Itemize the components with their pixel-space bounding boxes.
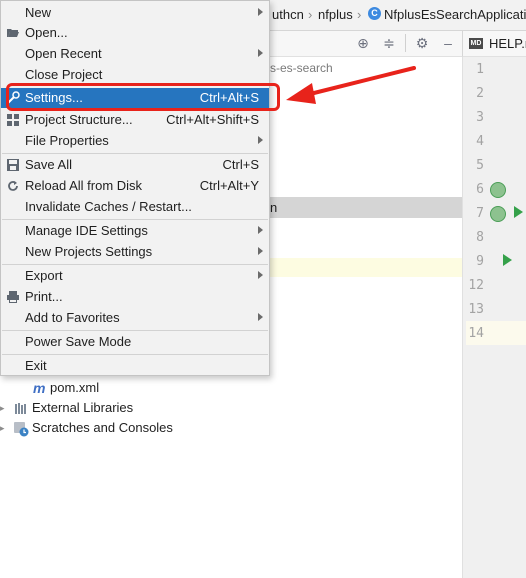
- submenu-arrow-icon: [258, 313, 263, 321]
- editor-tab-label: HELP.r: [489, 36, 526, 51]
- maven-icon: m: [33, 380, 46, 396]
- breadcrumb-separator: ›: [357, 7, 362, 22]
- menu-item-exit[interactable]: Exit: [1, 356, 269, 376]
- line-number: 13: [468, 302, 484, 317]
- menu-item-label: Export: [25, 268, 63, 283]
- expand-arrow-icon[interactable]: ▸: [0, 423, 5, 434]
- menu-item-label: Save All: [25, 157, 72, 172]
- menu-item-label: Invalidate Caches / Restart...: [25, 199, 192, 214]
- breadcrumb-item[interactable]: uthcn: [272, 7, 304, 22]
- print-icon: [6, 290, 20, 304]
- tree-selected-row-label: n: [270, 200, 278, 215]
- menu-item-new[interactable]: New: [1, 3, 269, 23]
- menu-item-open-recent[interactable]: Open Recent: [1, 44, 269, 64]
- spring-bean-icon[interactable]: [490, 182, 506, 198]
- line-number: 14: [468, 326, 484, 341]
- line-number: 3: [476, 110, 484, 125]
- menu-item-shortcut: Ctrl+Alt+Shift+S: [166, 112, 259, 127]
- menu-separator: [2, 330, 268, 331]
- submenu-arrow-icon: [258, 49, 263, 57]
- run-gutter-icon[interactable]: [514, 206, 523, 218]
- project-structure-icon: [6, 113, 20, 127]
- line-number: 9: [476, 254, 484, 269]
- menu-item-label: New Projects Settings: [25, 244, 153, 259]
- line-number: 5: [476, 158, 484, 173]
- menu-item-label: Open Recent: [25, 46, 102, 61]
- line-number: 2: [476, 86, 484, 101]
- line-number: 8: [476, 230, 484, 245]
- line-number: 6: [476, 182, 484, 197]
- menu-item-label: Close Project: [25, 67, 103, 82]
- menu-item-project-structure[interactable]: Project Structure... Ctrl+Alt+Shift+S: [1, 110, 269, 130]
- menu-item-label: File Properties: [25, 133, 109, 148]
- menu-item-reload-all[interactable]: Reload All from Disk Ctrl+Alt+Y: [1, 176, 269, 196]
- line-number: 12: [468, 278, 484, 293]
- menu-item-invalidate-caches[interactable]: Invalidate Caches / Restart...: [1, 197, 269, 217]
- menu-item-add-to-favorites[interactable]: Add to Favorites: [1, 308, 269, 328]
- markdown-icon: MD: [469, 38, 483, 49]
- tree-selected-row[interactable]: [270, 197, 462, 218]
- folder-open-icon: [6, 26, 20, 40]
- menu-item-export[interactable]: Export: [1, 266, 269, 286]
- line-number: 4: [476, 134, 484, 149]
- menu-item-label: Power Save Mode: [25, 334, 132, 349]
- menu-item-label: Print...: [25, 289, 63, 304]
- reload-icon: [6, 179, 20, 193]
- submenu-arrow-icon: [258, 247, 263, 255]
- menu-item-label: Add to Favorites: [25, 310, 120, 325]
- submenu-arrow-icon: [258, 8, 263, 16]
- line-number: 7: [476, 206, 484, 221]
- menu-item-label: New: [25, 5, 52, 20]
- menu-item-label: Reload All from Disk: [25, 178, 143, 193]
- menu-item-label: Manage IDE Settings: [25, 223, 148, 238]
- file-menu-popup: New Open... Open Recent Close Project Se…: [0, 0, 270, 376]
- collapse-all-icon[interactable]: ≑: [381, 35, 397, 51]
- scratches-icon: [13, 421, 29, 437]
- menu-item-open[interactable]: Open...: [1, 23, 269, 43]
- menu-separator: [2, 264, 268, 265]
- expand-arrow-icon[interactable]: ▸: [0, 403, 5, 414]
- menu-separator: [2, 219, 268, 220]
- submenu-arrow-icon: [258, 271, 263, 279]
- library-icon: [14, 402, 28, 415]
- menu-item-close-project[interactable]: Close Project: [1, 65, 269, 85]
- annotation-arrow-icon: [286, 66, 416, 104]
- tree-highlight-row: [270, 258, 462, 277]
- save-icon: [6, 158, 20, 172]
- submenu-arrow-icon: [258, 226, 263, 234]
- menu-item-save-all[interactable]: Save All Ctrl+S: [1, 155, 269, 175]
- menu-item-shortcut: Ctrl+S: [222, 157, 259, 172]
- line-number: 1: [476, 62, 484, 77]
- menu-separator: [2, 153, 268, 154]
- gear-icon[interactable]: ⚙: [414, 35, 430, 51]
- breadcrumb-item[interactable]: nfplus: [318, 7, 353, 22]
- menu-item-print[interactable]: Print...: [1, 287, 269, 307]
- tree-item-external-libraries[interactable]: External Libraries: [32, 400, 133, 415]
- run-gutter-icon[interactable]: [503, 254, 512, 266]
- submenu-arrow-icon: [258, 136, 263, 144]
- tree-item-scratches[interactable]: Scratches and Consoles: [32, 420, 173, 435]
- annotation-highlight-box: [6, 83, 280, 111]
- menu-item-power-save-mode[interactable]: Power Save Mode: [1, 332, 269, 352]
- menu-separator: [2, 354, 268, 355]
- menu-item-label: Open...: [25, 25, 68, 40]
- menu-item-label: Exit: [25, 358, 47, 373]
- breadcrumb-item[interactable]: NfplusEsSearchApplicati: [384, 7, 526, 22]
- menu-item-shortcut: Ctrl+Alt+Y: [199, 178, 259, 193]
- menu-item-new-projects-settings[interactable]: New Projects Settings: [1, 242, 269, 262]
- toolbar-divider: [405, 34, 406, 52]
- spring-bean-icon[interactable]: [490, 206, 506, 222]
- java-class-icon: C: [368, 7, 381, 20]
- menu-item-label: Project Structure...: [25, 112, 133, 127]
- menu-item-manage-ide-settings[interactable]: Manage IDE Settings: [1, 221, 269, 241]
- menu-item-file-properties[interactable]: File Properties: [1, 131, 269, 151]
- minimize-icon[interactable]: –: [440, 35, 456, 51]
- editor-tab-help[interactable]: MD HELP.r: [462, 31, 526, 57]
- locate-icon[interactable]: ⊕: [355, 35, 371, 51]
- breadcrumb-separator: ›: [308, 7, 313, 22]
- tree-item-pom[interactable]: pom.xml: [50, 380, 99, 395]
